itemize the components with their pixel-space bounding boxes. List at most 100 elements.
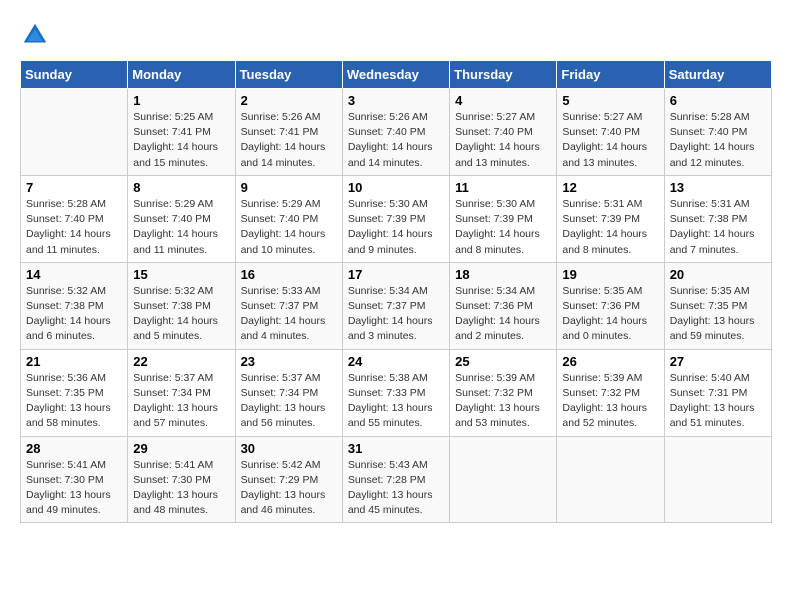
day-info: Sunrise: 5:27 AMSunset: 7:40 PMDaylight:… [562, 110, 658, 171]
logo [20, 20, 54, 50]
calendar-cell: 23 Sunrise: 5:37 AMSunset: 7:34 PMDayligh… [235, 349, 342, 436]
calendar-cell: 11 Sunrise: 5:30 AMSunset: 7:39 PMDayligh… [450, 175, 557, 262]
header-row: SundayMondayTuesdayWednesdayThursdayFrid… [21, 61, 772, 89]
calendar-cell: 20 Sunrise: 5:35 AMSunset: 7:35 PMDayligh… [664, 262, 771, 349]
day-number: 29 [133, 441, 229, 456]
day-number: 16 [241, 267, 337, 282]
day-number: 1 [133, 93, 229, 108]
day-info: Sunrise: 5:26 AMSunset: 7:40 PMDaylight:… [348, 110, 444, 171]
day-number: 15 [133, 267, 229, 282]
day-info: Sunrise: 5:27 AMSunset: 7:40 PMDaylight:… [455, 110, 551, 171]
day-info: Sunrise: 5:43 AMSunset: 7:28 PMDaylight:… [348, 458, 444, 519]
calendar-cell [664, 436, 771, 523]
day-info: Sunrise: 5:29 AMSunset: 7:40 PMDaylight:… [241, 197, 337, 258]
calendar-cell: 22Sunrise: 5:37 AMSunset: 7:34 PMDayligh… [128, 349, 235, 436]
calendar-cell: 26 Sunrise: 5:39 AMSunset: 7:32 PMDayligh… [557, 349, 664, 436]
calendar-cell: 8Sunrise: 5:29 AMSunset: 7:40 PMDaylight… [128, 175, 235, 262]
calendar-cell: 29Sunrise: 5:41 AMSunset: 7:30 PMDayligh… [128, 436, 235, 523]
day-info: Sunrise: 5:30 AMSunset: 7:39 PMDaylight:… [348, 197, 444, 258]
calendar-cell: 5 Sunrise: 5:27 AMSunset: 7:40 PMDaylight… [557, 89, 664, 176]
day-number: 6 [670, 93, 766, 108]
day-number: 13 [670, 180, 766, 195]
calendar-cell: 31 Sunrise: 5:43 AMSunset: 7:28 PMDayligh… [342, 436, 449, 523]
day-number: 8 [133, 180, 229, 195]
day-info: Sunrise: 5:37 AMSunset: 7:34 PMDaylight:… [241, 371, 337, 432]
calendar-cell: 4 Sunrise: 5:27 AMSunset: 7:40 PMDaylight… [450, 89, 557, 176]
calendar-cell: 25 Sunrise: 5:39 AMSunset: 7:32 PMDayligh… [450, 349, 557, 436]
day-info: Sunrise: 5:34 AMSunset: 7:36 PMDaylight:… [455, 284, 551, 345]
calendar-cell: 12 Sunrise: 5:31 AMSunset: 7:39 PMDayligh… [557, 175, 664, 262]
day-info: Sunrise: 5:30 AMSunset: 7:39 PMDaylight:… [455, 197, 551, 258]
day-number: 19 [562, 267, 658, 282]
day-number: 27 [670, 354, 766, 369]
week-row-2: 7Sunrise: 5:28 AMSunset: 7:40 PMDaylight… [21, 175, 772, 262]
calendar-cell: 16 Sunrise: 5:33 AMSunset: 7:37 PMDayligh… [235, 262, 342, 349]
calendar-cell: 9 Sunrise: 5:29 AMSunset: 7:40 PMDaylight… [235, 175, 342, 262]
day-number: 26 [562, 354, 658, 369]
day-number: 10 [348, 180, 444, 195]
page-header [20, 20, 772, 50]
day-number: 20 [670, 267, 766, 282]
day-info: Sunrise: 5:35 AMSunset: 7:36 PMDaylight:… [562, 284, 658, 345]
day-info: Sunrise: 5:42 AMSunset: 7:29 PMDaylight:… [241, 458, 337, 519]
day-info: Sunrise: 5:41 AMSunset: 7:30 PMDaylight:… [26, 458, 122, 519]
calendar-cell: 28Sunrise: 5:41 AMSunset: 7:30 PMDayligh… [21, 436, 128, 523]
day-info: Sunrise: 5:36 AMSunset: 7:35 PMDaylight:… [26, 371, 122, 432]
day-info: Sunrise: 5:31 AMSunset: 7:39 PMDaylight:… [562, 197, 658, 258]
calendar-cell: 3 Sunrise: 5:26 AMSunset: 7:40 PMDaylight… [342, 89, 449, 176]
day-info: Sunrise: 5:39 AMSunset: 7:32 PMDaylight:… [562, 371, 658, 432]
day-info: Sunrise: 5:28 AMSunset: 7:40 PMDaylight:… [670, 110, 766, 171]
calendar-cell [557, 436, 664, 523]
day-info: Sunrise: 5:39 AMSunset: 7:32 PMDaylight:… [455, 371, 551, 432]
logo-icon [20, 20, 50, 50]
week-row-1: 1 Sunrise: 5:25 AMSunset: 7:41 PMDaylight… [21, 89, 772, 176]
calendar-body: 1 Sunrise: 5:25 AMSunset: 7:41 PMDaylight… [21, 89, 772, 523]
calendar-cell: 1 Sunrise: 5:25 AMSunset: 7:41 PMDaylight… [128, 89, 235, 176]
day-number: 4 [455, 93, 551, 108]
day-info: Sunrise: 5:37 AMSunset: 7:34 PMDaylight:… [133, 371, 229, 432]
calendar-cell: 7Sunrise: 5:28 AMSunset: 7:40 PMDaylight… [21, 175, 128, 262]
calendar-cell: 10 Sunrise: 5:30 AMSunset: 7:39 PMDayligh… [342, 175, 449, 262]
calendar-cell: 19 Sunrise: 5:35 AMSunset: 7:36 PMDayligh… [557, 262, 664, 349]
calendar-cell: 14Sunrise: 5:32 AMSunset: 7:38 PMDayligh… [21, 262, 128, 349]
calendar-cell: 18Sunrise: 5:34 AMSunset: 7:36 PMDayligh… [450, 262, 557, 349]
header-saturday: Saturday [664, 61, 771, 89]
header-tuesday: Tuesday [235, 61, 342, 89]
calendar-cell: 2Sunrise: 5:26 AMSunset: 7:41 PMDaylight… [235, 89, 342, 176]
day-number: 12 [562, 180, 658, 195]
day-number: 23 [241, 354, 337, 369]
calendar-cell: 21Sunrise: 5:36 AMSunset: 7:35 PMDayligh… [21, 349, 128, 436]
calendar-cell: 15 Sunrise: 5:32 AMSunset: 7:38 PMDayligh… [128, 262, 235, 349]
calendar-cell: 17 Sunrise: 5:34 AMSunset: 7:37 PMDayligh… [342, 262, 449, 349]
day-number: 7 [26, 180, 122, 195]
week-row-4: 21Sunrise: 5:36 AMSunset: 7:35 PMDayligh… [21, 349, 772, 436]
day-info: Sunrise: 5:32 AMSunset: 7:38 PMDaylight:… [133, 284, 229, 345]
day-number: 31 [348, 441, 444, 456]
calendar-header: SundayMondayTuesdayWednesdayThursdayFrid… [21, 61, 772, 89]
day-info: Sunrise: 5:34 AMSunset: 7:37 PMDaylight:… [348, 284, 444, 345]
day-info: Sunrise: 5:33 AMSunset: 7:37 PMDaylight:… [241, 284, 337, 345]
day-number: 3 [348, 93, 444, 108]
day-number: 11 [455, 180, 551, 195]
day-info: Sunrise: 5:25 AMSunset: 7:41 PMDaylight:… [133, 110, 229, 171]
day-number: 5 [562, 93, 658, 108]
header-friday: Friday [557, 61, 664, 89]
day-number: 17 [348, 267, 444, 282]
header-wednesday: Wednesday [342, 61, 449, 89]
day-number: 30 [241, 441, 337, 456]
calendar-cell: 30 Sunrise: 5:42 AMSunset: 7:29 PMDayligh… [235, 436, 342, 523]
day-info: Sunrise: 5:35 AMSunset: 7:35 PMDaylight:… [670, 284, 766, 345]
day-number: 9 [241, 180, 337, 195]
calendar-cell: 27Sunrise: 5:40 AMSunset: 7:31 PMDayligh… [664, 349, 771, 436]
calendar-cell: 24 Sunrise: 5:38 AMSunset: 7:33 PMDayligh… [342, 349, 449, 436]
day-info: Sunrise: 5:38 AMSunset: 7:33 PMDaylight:… [348, 371, 444, 432]
header-sunday: Sunday [21, 61, 128, 89]
day-number: 14 [26, 267, 122, 282]
calendar-cell: 6 Sunrise: 5:28 AMSunset: 7:40 PMDaylight… [664, 89, 771, 176]
calendar-cell [21, 89, 128, 176]
week-row-5: 28Sunrise: 5:41 AMSunset: 7:30 PMDayligh… [21, 436, 772, 523]
day-number: 24 [348, 354, 444, 369]
calendar-table: SundayMondayTuesdayWednesdayThursdayFrid… [20, 60, 772, 523]
day-number: 25 [455, 354, 551, 369]
header-monday: Monday [128, 61, 235, 89]
